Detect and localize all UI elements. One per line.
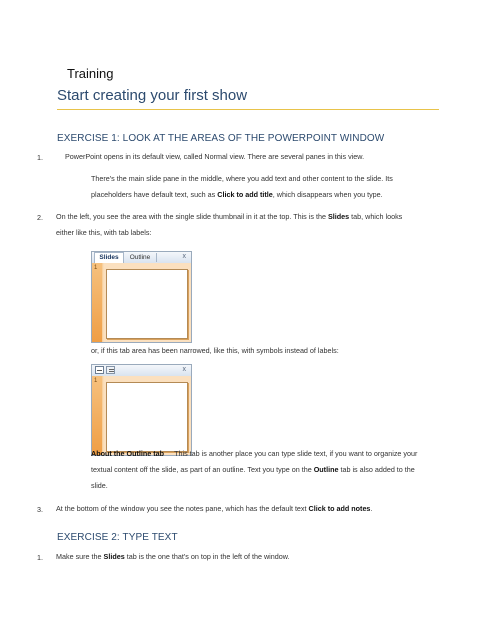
slide-number: 1	[94, 265, 98, 271]
tab-slides[interactable]: Slides	[94, 252, 124, 263]
text-run: .	[370, 504, 373, 513]
list-item-text: On the left, you see the area with the s…	[56, 209, 476, 241]
paragraph-line: There's the main slide pane in the middl…	[91, 174, 393, 183]
text-run: At the bottom of the window you see the …	[56, 504, 309, 513]
text-run: tab is the one that's on top in the left…	[124, 552, 290, 561]
paragraph-line: About the Outline tab This tab is another…	[91, 446, 471, 462]
list-number: 2.	[37, 213, 43, 222]
slide-thumbnail[interactable]	[106, 382, 188, 452]
section-label: Training	[67, 66, 114, 81]
slide-number: 1	[94, 378, 98, 384]
paragraph-line: either like this, with tab labels:	[56, 228, 152, 237]
list-number: 1.	[37, 153, 43, 162]
list-item-text: At the bottom of the window you see the …	[56, 501, 372, 517]
slides-tab-icon[interactable]	[95, 366, 104, 374]
text-run: , which disappears when you type.	[272, 190, 383, 199]
slide-thumbnail[interactable]	[106, 269, 188, 339]
slides-pane-symbols: x 1	[91, 364, 192, 456]
text-run: tab, which looks	[349, 212, 403, 221]
list-number: 1.	[37, 553, 43, 562]
close-icon[interactable]: x	[183, 365, 187, 375]
exercise-1-heading: EXERCISE 1: LOOK AT THE AREAS OF THE POW…	[57, 133, 385, 144]
text-run: On the left, you see the area with the s…	[56, 212, 328, 221]
list-number: 3.	[37, 505, 43, 514]
exercise-2-heading: EXERCISE 2: TYPE TEXT	[57, 532, 178, 543]
paragraph-line: placeholders have default text, such as …	[91, 187, 451, 203]
paragraph-slide-pane: There's the main slide pane in the middl…	[91, 171, 451, 203]
outline-tab-icon[interactable]	[106, 366, 115, 374]
list-item-text: Make sure the Slides tab is the one that…	[56, 549, 290, 565]
slides-pane-labeled: Slides Outline x 1	[91, 251, 192, 343]
bold-text: Slides	[327, 212, 350, 221]
text-run: placeholders have default text, such as	[91, 190, 218, 199]
paragraph-line: slide.	[91, 481, 108, 490]
list-item-text: PowerPoint opens in its default view, ca…	[65, 152, 365, 161]
slide-number-strip	[92, 263, 102, 342]
bold-text: Outline	[313, 465, 339, 474]
bold-text: Click to add notes	[308, 504, 371, 513]
title-divider	[57, 109, 439, 110]
text-run: Make sure the	[56, 552, 104, 561]
bold-text: Slides	[103, 552, 125, 561]
outline-note-label: About the Outline tab	[91, 449, 165, 458]
close-icon[interactable]: x	[183, 252, 187, 262]
bold-text: Click to add title	[217, 190, 273, 199]
outline-note: About the Outline tab This tab is another…	[91, 446, 471, 494]
paragraph-line: textual content off the slide, as part o…	[91, 462, 471, 478]
text-run: This tab is another place you can type s…	[174, 449, 418, 458]
paragraph-narrowed: or, if this tab area has been narrowed, …	[91, 346, 339, 355]
text-run: tab is also added to the	[338, 465, 415, 474]
page-title: Start creating your first show	[57, 87, 248, 104]
slide-number-strip	[92, 376, 102, 455]
paragraph-line: On the left, you see the area with the s…	[56, 209, 476, 225]
text-run: textual content off the slide, as part o…	[91, 465, 314, 474]
tab-outline[interactable]: Outline	[124, 253, 157, 262]
